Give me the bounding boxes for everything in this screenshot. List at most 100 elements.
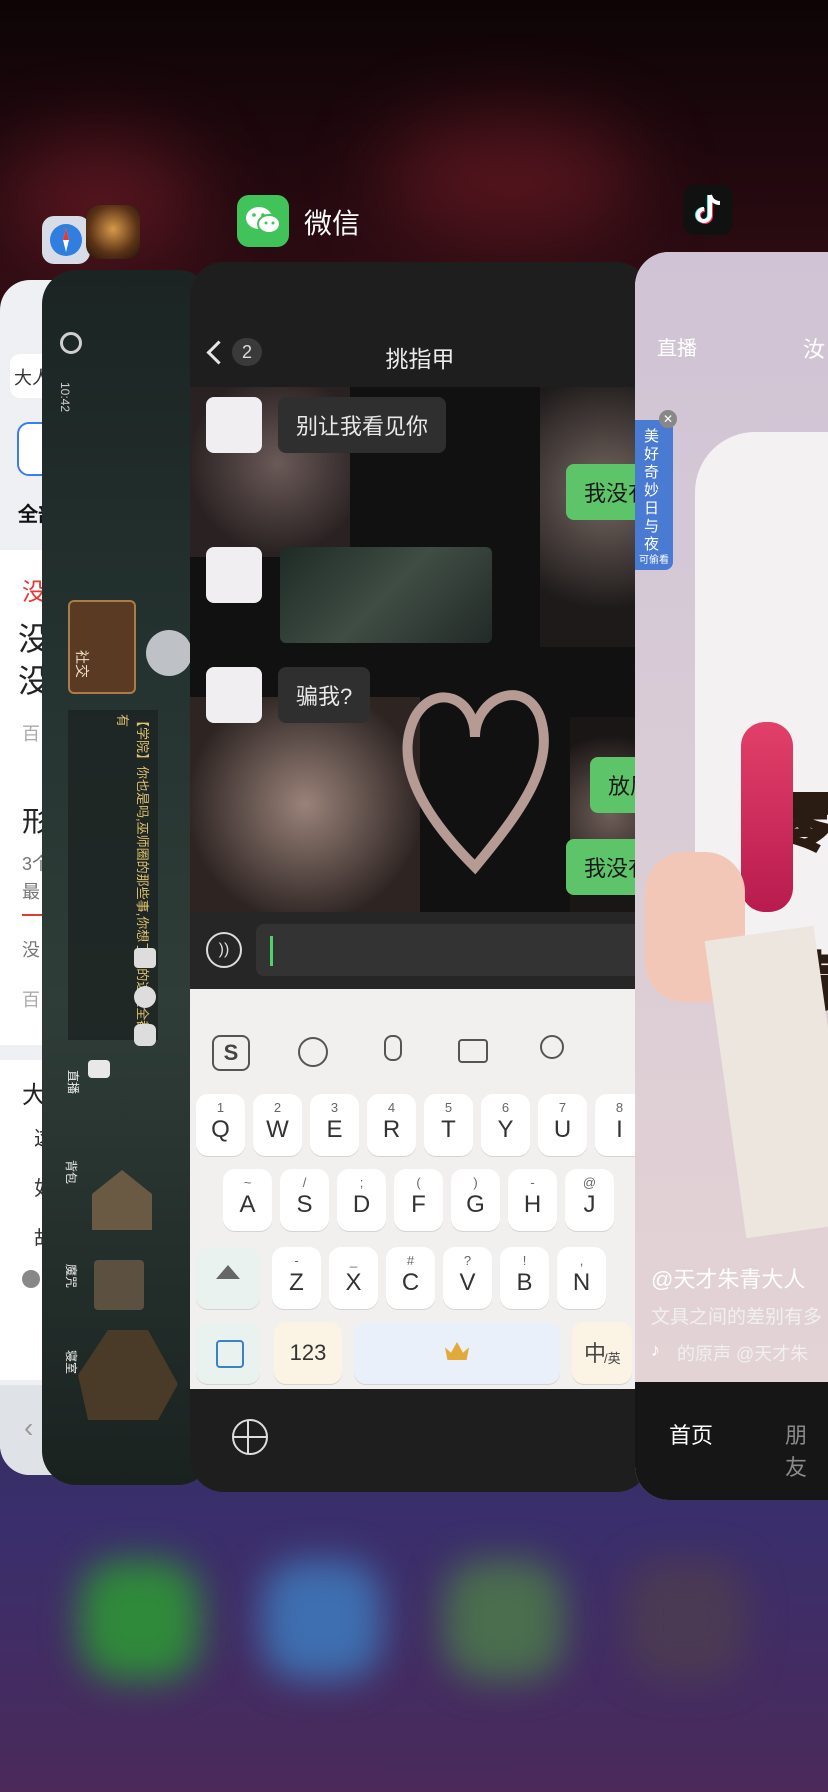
message-input-field[interactable] [256,924,650,976]
camera-icon[interactable] [134,948,156,968]
game-bag-label: 背包 [64,1160,78,1185]
dock-app-safari-blur [262,1560,382,1680]
nav-home[interactable]: 首页 [669,1418,713,1450]
key-e[interactable]: 3E [310,1094,359,1156]
wechat-app-icon[interactable] [237,195,289,247]
emoji-icon[interactable] [298,1037,328,1067]
key-label: G [466,1191,485,1218]
key-u[interactable]: 7U [538,1094,587,1156]
key-label: C [401,1269,420,1296]
message-bubble-received[interactable]: 别让我看见你 [278,397,447,453]
game-status-time: 10:42 [58,382,72,413]
key-label: E [326,1116,343,1143]
key-hint: 5 [444,1100,453,1115]
key-n[interactable]: ,N [557,1247,606,1309]
tiktok-app-card[interactable]: 直播 汝 美好奇妙日与夜 可偷看 ✕ 零 满 @天才朱青大人 文具之间的差别有多… [635,252,828,1500]
settings-gear-icon[interactable] [60,332,82,354]
key-label: Z [289,1269,304,1296]
video-author[interactable]: @天才朱青大人 [651,1262,805,1294]
sogou-keyboard: S 1Q2W3E4R5T6Y7U8I ~ A / S; D(F) G - H @ J - Z _ X # C… [190,989,650,1389]
key-f[interactable]: (F [394,1169,443,1231]
language-switch-key[interactable]: 中 /英 [572,1322,632,1384]
key-a[interactable]: ~ A [223,1169,272,1231]
building-icon-2[interactable] [94,1260,144,1310]
key-hint: - [530,1175,535,1190]
safari-app-icon[interactable] [42,216,90,264]
key-hint: ~ [243,1175,252,1190]
microphone-icon[interactable] [384,1035,402,1061]
building-icon-1[interactable] [92,1170,152,1230]
wechat-bottom-bar [190,1389,650,1492]
nav-friends[interactable]: 朋友 [785,1418,828,1482]
game-app-card[interactable]: 10:42 社交 【学院】你也是吗,巫师圈的那些事,你想了解的这里全都有 直播 … [42,270,212,1485]
game-live-label: 直播 [66,1070,80,1095]
key-r[interactable]: 4R [367,1094,416,1156]
emoji-icon[interactable] [134,986,156,1008]
live-icon[interactable] [88,1060,110,1078]
baidu-result-source-2: 百 [22,990,40,1010]
key-t[interactable]: 5T [424,1094,473,1156]
space-key[interactable] [354,1322,560,1384]
key-label: U [553,1116,572,1143]
building-icon-3[interactable] [78,1330,178,1420]
key-hint: # [406,1253,415,1268]
game-app-icon[interactable] [86,205,140,259]
key-c[interactable]: # C [386,1247,435,1309]
back-chevron-icon[interactable]: ‹ [24,1412,33,1444]
wallpaper-photo-bottom [190,697,420,912]
key-s[interactable]: / S [280,1169,329,1231]
tiktok-top-tab[interactable]: 汝 [803,332,825,364]
chat-title: 挑指甲 [385,346,455,372]
chat-message-area[interactable]: 别让我看见你 我没有 骗我? 放屁 我没有 [190,387,650,912]
key-hint: - [294,1253,299,1268]
video-music[interactable]: 的原声 @天才朱 [677,1340,808,1366]
number-key[interactable]: 123 [274,1322,342,1384]
contact-avatar[interactable] [206,667,262,723]
chat-bubble-icon[interactable] [134,1024,156,1046]
key-label: D [352,1191,371,1218]
contact-avatar[interactable] [206,547,262,603]
sogou-logo-icon[interactable]: S [212,1035,250,1071]
key-h[interactable]: -H [508,1169,557,1231]
key-w[interactable]: 2W [253,1094,302,1156]
key-z[interactable]: -Z [272,1247,321,1309]
game-academy-label: 魔咒 [64,1264,78,1289]
message-bubble-received[interactable]: 骗我? [278,667,371,723]
key-label: H [523,1191,542,1218]
game-room-label: 寝室 [64,1350,78,1375]
key-label: F [411,1191,426,1218]
tiktok-app-icon[interactable] [683,185,733,235]
dock-app-phone-blur [80,1560,200,1680]
key-label: A [239,1191,256,1218]
promo-badge[interactable]: 美好奇妙日与夜 可偷看 [635,420,673,570]
emoji-panel-key[interactable] [196,1322,260,1384]
key-x[interactable]: _ X [329,1247,378,1309]
keyboard-row-2: ~ A / S; D(F) G - H @ J [190,1169,650,1231]
key-hint: ( [416,1175,421,1190]
contact-avatar[interactable] [206,397,262,453]
key-v[interactable]: ? V [443,1247,492,1309]
key-y[interactable]: 6Y [481,1094,530,1156]
wechat-app-card[interactable]: 2 挑指甲 别让我看见你 我没有 骗我? 放屁 我没有 )) S 1Q2W3E4 [190,262,650,1492]
keyboard-layout-icon[interactable] [458,1039,488,1063]
key-label: T [441,1116,456,1143]
shift-key[interactable] [196,1247,260,1309]
dock-app-messages-blur [444,1560,564,1680]
music-note-icon: ♪ [651,1340,660,1360]
search-icon[interactable] [540,1035,564,1059]
tiktok-live-tab[interactable]: 直播 [657,332,697,361]
key-b[interactable]: ! B [500,1247,549,1309]
moon-decoration-icon [146,630,192,676]
video-description: 文具之间的差别有多 [651,1307,823,1328]
key-label: R [382,1116,401,1143]
voice-input-icon[interactable]: )) [206,932,242,968]
close-icon[interactable]: ✕ [659,410,677,428]
shared-image-thumbnail[interactable] [280,547,492,643]
heart-decoration-icon [402,690,549,875]
key-d[interactable]: ; D [337,1169,386,1231]
key-q[interactable]: 1Q [196,1094,245,1156]
key-g[interactable]: ) G [451,1169,500,1231]
game-social-label[interactable]: 社交 [72,650,92,678]
key-j[interactable]: @ J [565,1169,614,1231]
chat-input-bar: )) [190,912,650,989]
